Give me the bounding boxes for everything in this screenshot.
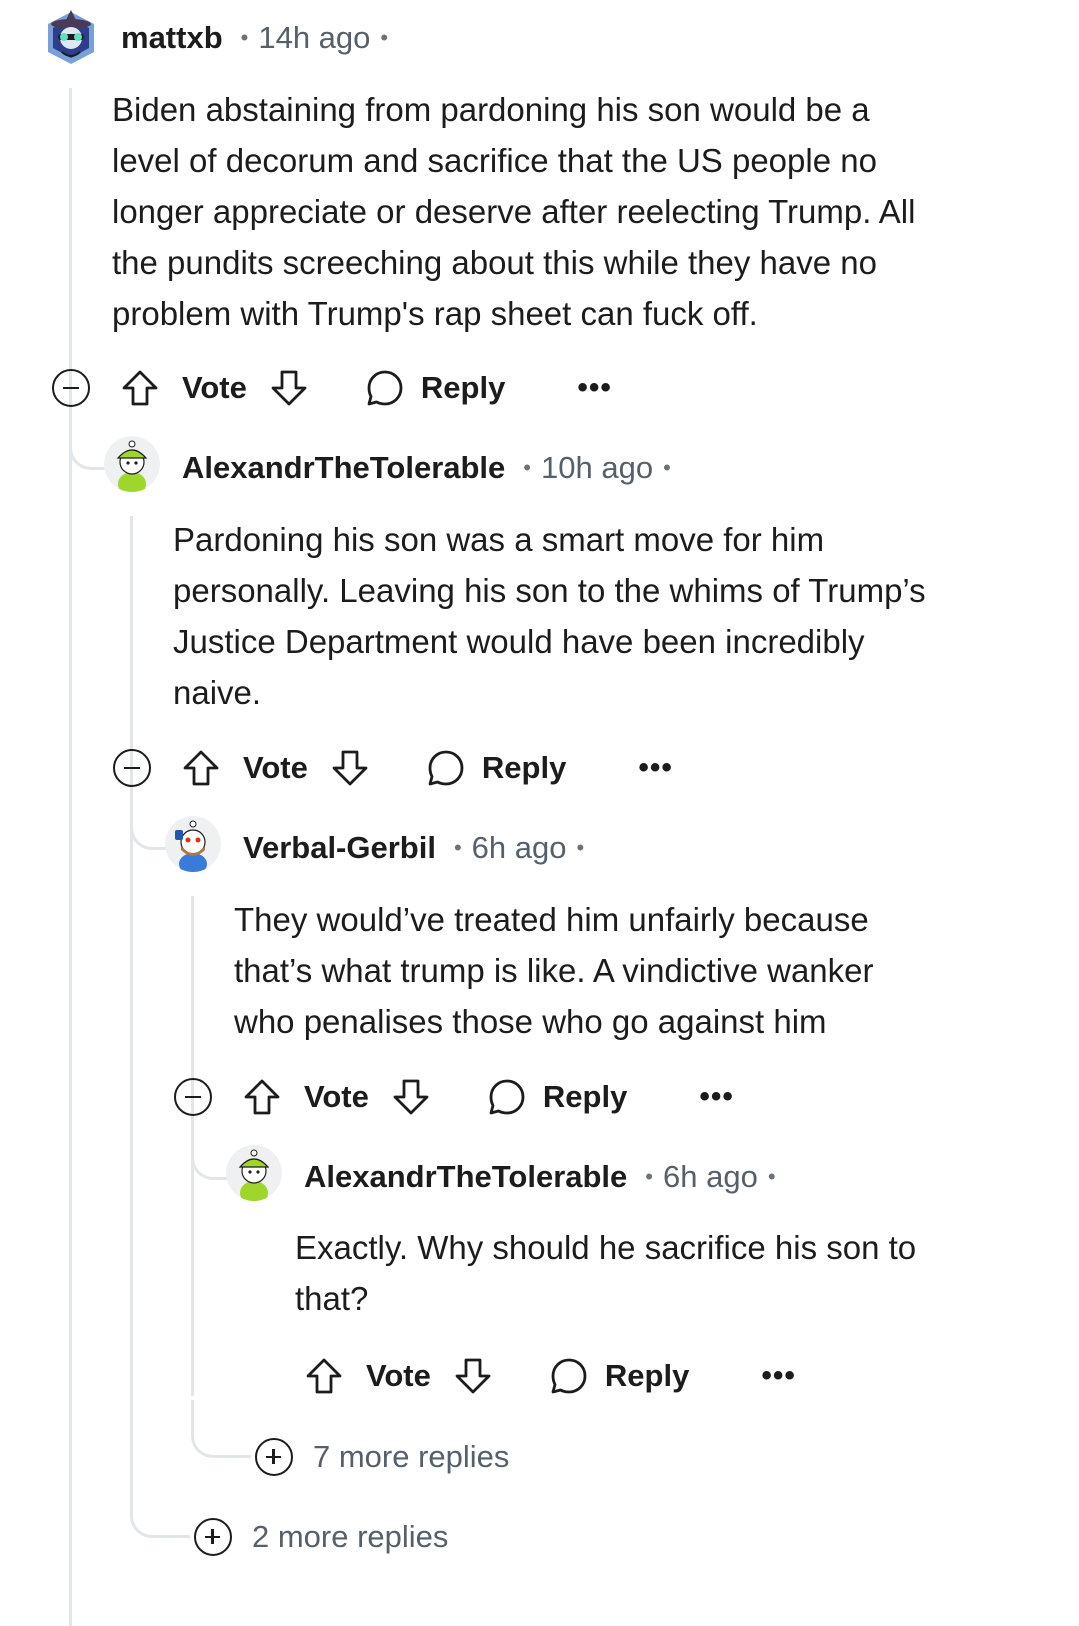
avatar-icon	[226, 1145, 282, 1201]
minus-icon	[185, 1095, 201, 1099]
arrow-down-icon	[332, 750, 368, 786]
more-options-button[interactable]: •••	[577, 373, 612, 403]
collapse-button[interactable]	[52, 369, 90, 407]
comment-meta: AlexandrTheTolerable • 6h ago •	[304, 1157, 776, 1197]
more-replies-label: 7 more replies	[313, 1439, 510, 1474]
reply-label: Reply	[604, 1358, 690, 1393]
reply-label: Reply	[420, 370, 506, 405]
comment-actions: Vote Reply •••	[304, 1351, 796, 1401]
thread-connector-alexandr-1	[69, 410, 109, 470]
timestamp[interactable]: 14h ago	[258, 20, 370, 56]
reply-label: Reply	[481, 750, 567, 785]
avatar-icon	[165, 816, 221, 872]
more-options-button[interactable]: •••	[699, 1082, 734, 1112]
separator-dot: •	[523, 455, 531, 480]
minus-icon	[124, 766, 140, 770]
downvote-button[interactable]	[269, 368, 309, 408]
vote-count: Vote	[366, 1358, 431, 1393]
arrow-down-icon	[455, 1358, 491, 1394]
vote-count: Vote	[304, 1079, 369, 1114]
arrow-up-icon	[244, 1079, 280, 1115]
more-replies-link[interactable]: 2 more replies	[194, 1517, 448, 1557]
collapse-button[interactable]	[174, 1078, 212, 1116]
author-name[interactable]: Verbal-Gerbil	[243, 830, 436, 866]
upvote-button[interactable]	[242, 1077, 282, 1117]
arrow-down-icon	[271, 370, 307, 406]
separator-dot: •	[240, 25, 249, 50]
downvote-button[interactable]	[330, 748, 370, 788]
avatar[interactable]	[226, 1145, 282, 1201]
separator-dot: •	[767, 1164, 776, 1189]
separator-dot: •	[663, 455, 671, 480]
timestamp[interactable]: 6h ago	[663, 1159, 758, 1195]
avatar[interactable]	[44, 8, 98, 68]
thread-connector-alexandr-2	[191, 1120, 231, 1180]
collapse-button[interactable]	[113, 749, 151, 787]
author-name[interactable]: AlexandrTheTolerable	[182, 450, 505, 486]
thread-connector-more-replies-2	[130, 1480, 190, 1538]
more-replies-label: 2 more replies	[252, 1519, 449, 1554]
reply-button[interactable]: Reply	[549, 1356, 689, 1396]
comment-meta: Verbal-Gerbil • 6h ago •	[243, 828, 584, 868]
upvote-button[interactable]	[304, 1356, 344, 1396]
comment-actions: Vote Reply •••	[52, 363, 612, 413]
plus-circle-icon	[194, 1518, 232, 1556]
comment-actions: Vote Reply •••	[174, 1072, 734, 1122]
separator-dot: •	[576, 835, 585, 860]
comment-meta: AlexandrTheTolerable • 10h ago •	[182, 448, 671, 488]
comment-body: Exactly. Why should he sacrifice his son…	[295, 1229, 917, 1317]
comment-actions: Vote Reply •••	[113, 743, 673, 793]
thread-line-level-2	[130, 516, 133, 1516]
more-options-button[interactable]: •••	[638, 753, 673, 783]
arrow-down-icon	[393, 1079, 429, 1115]
arrow-up-icon	[306, 1358, 342, 1394]
downvote-button[interactable]	[391, 1077, 431, 1117]
downvote-button[interactable]	[453, 1356, 493, 1396]
speech-bubble-icon	[367, 370, 403, 406]
more-options-button[interactable]: •••	[761, 1361, 796, 1391]
thread-connector-more-replies-7	[191, 1400, 251, 1458]
speech-bubble-icon	[428, 750, 464, 786]
avatar[interactable]	[104, 436, 160, 492]
reply-button[interactable]: Reply	[365, 368, 505, 408]
thread-line-level-1	[69, 88, 72, 1626]
separator-dot: •	[453, 835, 462, 860]
speech-bubble-icon	[551, 1358, 587, 1394]
upvote-button[interactable]	[120, 368, 160, 408]
speech-bubble-icon	[489, 1079, 525, 1115]
comment-body: Pardoning his son was a smart move for h…	[173, 521, 926, 711]
separator-dot: •	[645, 1164, 653, 1189]
author-name[interactable]: mattxb	[121, 20, 223, 56]
plus-circle-icon	[255, 1438, 293, 1476]
vote-count: Vote	[182, 370, 247, 405]
author-name[interactable]: AlexandrTheTolerable	[304, 1159, 627, 1195]
avatar[interactable]	[165, 816, 221, 872]
minus-icon	[63, 386, 79, 390]
reply-button[interactable]: Reply	[426, 748, 566, 788]
separator-dot: •	[380, 25, 389, 50]
vote-count: Vote	[243, 750, 308, 785]
reply-button[interactable]: Reply	[487, 1077, 627, 1117]
upvote-button[interactable]	[181, 748, 221, 788]
avatar-icon	[48, 10, 94, 64]
comment-body: Biden abstaining from pardoning his son …	[112, 91, 916, 332]
avatar-icon	[104, 436, 160, 492]
timestamp[interactable]: 10h ago	[541, 450, 653, 486]
timestamp[interactable]: 6h ago	[472, 830, 567, 866]
thread-connector-verbal-gerbil	[130, 790, 170, 850]
reply-label: Reply	[542, 1079, 628, 1114]
more-replies-link[interactable]: 7 more replies	[255, 1437, 509, 1477]
comment-meta: mattxb • 14h ago •	[121, 18, 388, 58]
comment-body: They would’ve treated him unfairly becau…	[234, 901, 874, 1040]
arrow-up-icon	[183, 750, 219, 786]
arrow-up-icon	[122, 370, 158, 406]
